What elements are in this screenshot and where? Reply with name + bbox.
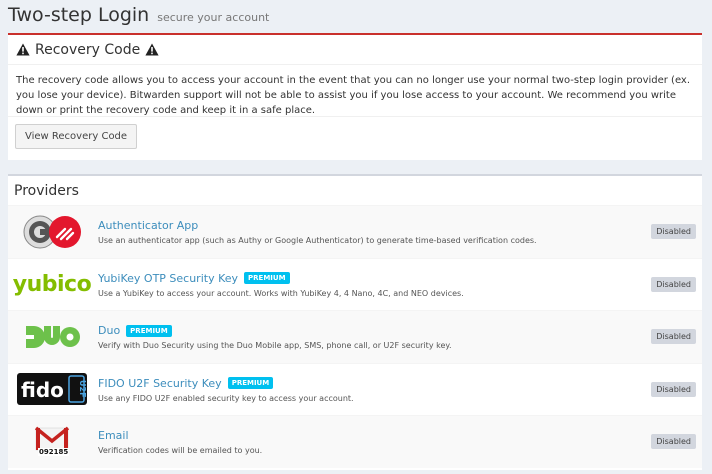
status-badge: Disabled [651,224,696,240]
status-badge: Disabled [651,276,696,292]
email-logo: 092185 [12,422,92,462]
provider-row-fido[interactable]: fido U2F FIDO U2F Security Key PREMIUM U… [8,362,702,416]
providers-header: Providers [8,176,702,205]
recovery-code-box: Recovery Code The recovery code allows y… [8,33,702,160]
status-badge: Disabled [651,329,696,345]
premium-badge: PREMIUM [244,272,290,285]
provider-row-email[interactable]: 092185 Email Verification codes will be … [8,415,702,468]
recovery-code-description: The recovery code allows you to access y… [16,75,691,116]
provider-row-authenticator[interactable]: Authenticator App Use an authenticator a… [8,205,702,258]
page-subtitle: secure your account [157,11,270,24]
warning-icon [16,43,30,56]
provider-description: Use any FIDO U2F enabled security key to… [98,393,354,403]
fido-logo-icon: fido U2F [17,373,87,406]
email-code-label: 092185 [38,447,70,456]
page-header: Two-step Login secure your account [8,4,269,30]
svg-text:U2F: U2F [78,380,87,398]
premium-badge: PREMIUM [227,377,274,390]
provider-row-yubikey[interactable]: yubico YubiKey OTP Security Key PREMIUM … [8,257,702,311]
status-badge: Disabled [651,434,696,450]
warning-icon [145,43,159,56]
provider-description: Use a YubiKey to access your account. Wo… [98,288,464,298]
premium-badge: PREMIUM [126,324,172,337]
provider-name[interactable]: YubiKey OTP Security Key [98,272,238,285]
yubico-logo: yubico [12,264,92,304]
status-badge: Disabled [651,381,696,397]
providers-list: Authenticator App Use an authenticator a… [8,205,702,468]
duo-logo-icon [26,325,80,348]
provider-description: Use an authenticator app (such as Authy … [98,236,537,246]
provider-name[interactable]: Duo [98,324,120,337]
provider-name[interactable]: Email [98,429,129,442]
yubico-logo-text: yubico [12,271,92,297]
view-recovery-code-button[interactable]: View Recovery Code [15,124,138,149]
providers-box: Providers Authenticator App Use an authe… [8,174,702,470]
svg-text:fido: fido [21,378,64,402]
provider-name[interactable]: Authenticator App [98,219,198,232]
recovery-code-footer: View Recovery Code [8,116,702,156]
recovery-code-header: Recovery Code [8,35,702,65]
provider-description: Verification codes will be emailed to yo… [98,446,263,456]
provider-row-duo[interactable]: Duo PREMIUM Verify with Duo Security usi… [8,310,702,363]
recovery-code-title: Recovery Code [35,41,141,58]
providers-title: Providers [14,182,79,199]
fido-u2f-logo: fido U2F [12,369,92,409]
authenticator-app-logo [12,212,92,252]
duo-logo [12,317,92,357]
authenticator-logo-icon [23,215,81,249]
provider-description: Verify with Duo Security using the Duo M… [98,341,452,351]
page-title: Two-step Login [8,4,150,26]
provider-name[interactable]: FIDO U2F Security Key [98,377,222,390]
